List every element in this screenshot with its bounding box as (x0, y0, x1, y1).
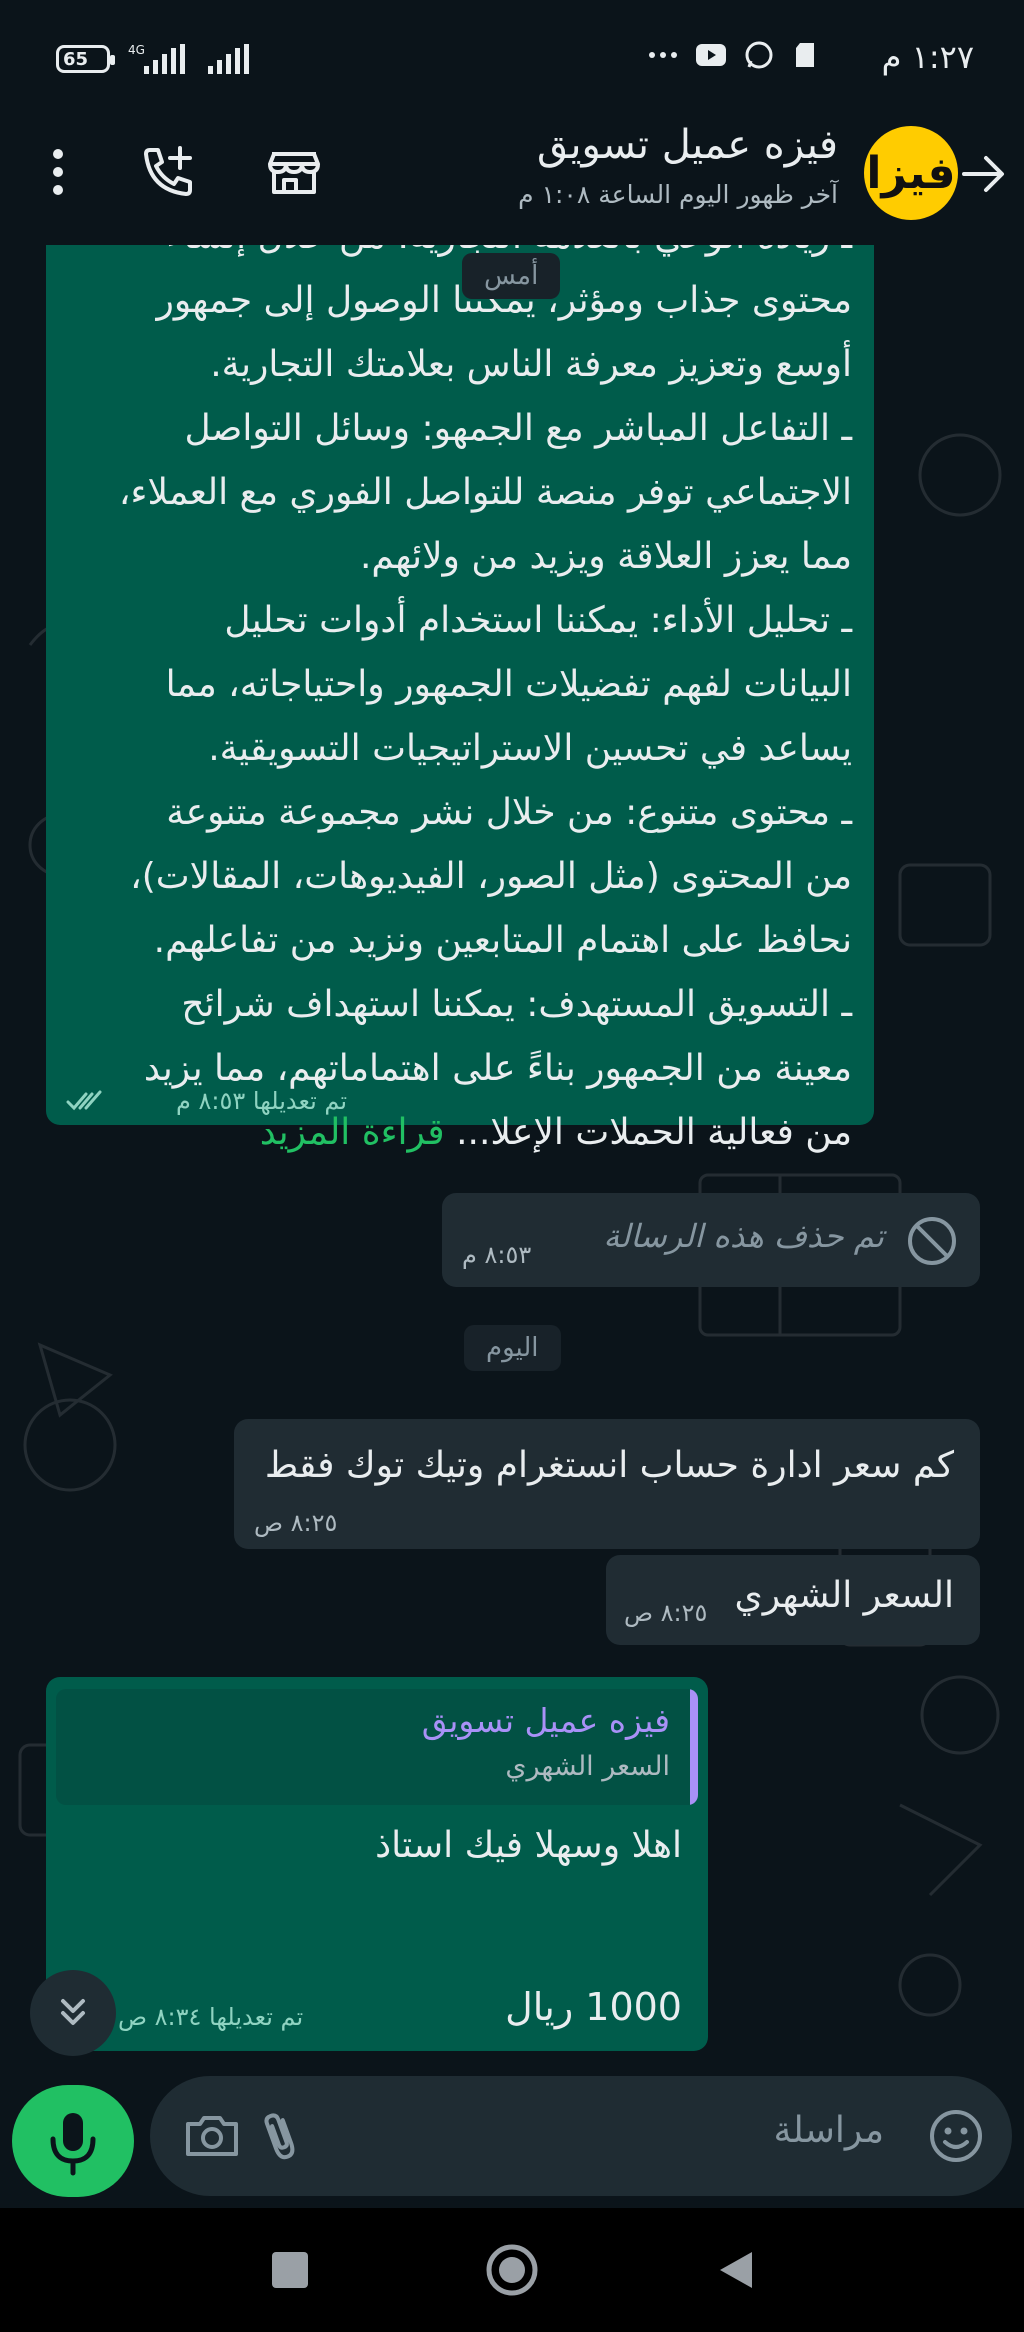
more-options-icon[interactable] (26, 140, 90, 204)
quoted-message[interactable]: فيزه عميل تسويق السعر الشهري (56, 1689, 698, 1805)
message-line: ـ التسويق المستهدف: يمكننا استهداف شرائح (181, 984, 852, 1025)
deleted-message[interactable]: تم حذف هذه الرسالة ٨:٥٣ م (442, 1193, 980, 1287)
message-line: الاجتماعي توفر منصة للتواصل الفوري مع ال… (118, 472, 852, 513)
message-meta: تم تعديلها ٨:٥٣ م (176, 1087, 348, 1115)
add-call-icon[interactable] (136, 140, 200, 204)
back-icon[interactable] (712, 2246, 760, 2294)
message-line: محتوى جذاب ومؤثر، يمكننا الوصول إلى جمهو… (156, 280, 852, 321)
outgoing-message-long[interactable]: ـ زيادة الوعي بالعلامة التجارية: من خلال… (46, 245, 874, 1153)
emoji-icon[interactable] (924, 2104, 988, 2168)
message-line: يساعد في تحسين الاستراتيجيات التسويقية. (208, 728, 852, 769)
message-text: السعر الشهري (734, 1575, 954, 1616)
signal-icon (208, 44, 249, 74)
message-price: 1000 ريال (505, 1985, 682, 2029)
message-line: أوسع وتعزيز معرفة الناس بعلامتك التجارية… (210, 344, 852, 385)
home-icon[interactable] (484, 2242, 540, 2298)
recents-icon[interactable] (266, 2246, 314, 2294)
read-more-link[interactable]: قراءة المزيد (260, 1112, 445, 1153)
whatsapp-icon (745, 41, 773, 69)
date-separator-today: اليوم (464, 1325, 561, 1371)
quote-text: السعر الشهري (505, 1751, 670, 1782)
message-body: ـ زيادة الوعي بالعلامة التجارية: من خلال… (62, 245, 852, 1165)
message-line: من المحتوى (مثل الصور، الفيديوهات، المقا… (130, 856, 852, 897)
message-time: ٨:٢٥ ص (254, 1509, 338, 1537)
system-nav-bar (0, 2208, 1024, 2332)
message-meta: تم تعديلها ٨:٣٤ ص (118, 2003, 304, 2031)
message-line: ـ محتوى متنوع: من خلال نشر مجموعة متنوعة (166, 792, 852, 833)
scroll-down-button[interactable] (30, 1970, 116, 2056)
deleted-text: تم حذف هذه الرسالة (603, 1217, 884, 1255)
status-system-icons: 65 4G (56, 42, 250, 76)
message-line: البيانات لفهم تفضيلات الجمهور واحتياجاته… (165, 664, 852, 705)
message-line: ـ التفاعل المباشر مع الجمهو: وسائل التوا… (184, 408, 852, 449)
quote-accent-bar (690, 1689, 698, 1805)
attach-icon[interactable] (248, 2104, 312, 2168)
sim-card-icon (796, 43, 814, 67)
battery-level: 65 (63, 49, 89, 70)
message-line: ـ زيادة الوعي بالعلامة التجارية: من خلال… (62, 245, 852, 269)
camera-icon[interactable] (180, 2104, 244, 2168)
youtube-icon (696, 44, 726, 66)
signal-4g-icon: 4G (128, 43, 185, 74)
incoming-message[interactable]: كم سعر ادارة حساب انستغرام وتيك توك فقط … (234, 1419, 980, 1549)
message-text: كم سعر ادارة حساب انستغرام وتيك توك فقط (264, 1445, 954, 1486)
more-notifications-icon (649, 52, 677, 58)
message-line: مما يعزز العلاقة ويزيد من ولائهم. (359, 536, 852, 577)
avatar[interactable]: فيزا (864, 126, 958, 220)
delivered-ticks-icon (66, 1090, 102, 1111)
quote-author: فيزه عميل تسويق (421, 1701, 670, 1740)
message-input[interactable]: مراسلة (773, 2110, 884, 2151)
message-input-bar[interactable]: مراسلة (150, 2076, 1012, 2196)
truncated-text: من فعالية الحملات الإعلا... (456, 1112, 852, 1153)
back-arrow-icon[interactable] (954, 146, 1010, 202)
battery-icon: 65 (56, 45, 115, 73)
outgoing-reply-message[interactable]: فيزه عميل تسويق السعر الشهري اهلا وسهلا … (46, 1677, 708, 2051)
message-line: نحافظ على اهتمام المتابعين ونزيد من تفاع… (153, 920, 852, 961)
network-label: 4G (128, 43, 145, 57)
message-line: ـ تحليل الأداء: يمكننا استخدام أدوات تحل… (224, 600, 852, 641)
message-time: ٨:٥٣ م (462, 1241, 532, 1269)
chat-area[interactable]: ـ زيادة الوعي بالعلامة التجارية: من خلال… (0, 245, 1024, 2075)
double-chevron-down-icon (61, 1999, 85, 2025)
store-icon[interactable] (262, 140, 326, 204)
message-time: ٨:٢٥ ص (624, 1599, 708, 1627)
microphone-icon (50, 2113, 96, 2176)
status-bar: ١:٢٧ م 65 4G (0, 0, 1024, 120)
date-separator-yesterday: أمس (462, 253, 561, 299)
voice-message-button[interactable] (12, 2085, 134, 2197)
last-seen: آخر ظهور اليوم الساعة ١:٠٨ م (518, 180, 838, 209)
avatar-text: فيزا (866, 147, 956, 199)
contact-name[interactable]: فيزه عميل تسويق (537, 122, 838, 168)
incoming-message[interactable]: السعر الشهري ٨:٢٥ ص (606, 1555, 980, 1645)
status-time: ١:٢٧ م (881, 38, 974, 76)
status-notification-icons (646, 40, 824, 70)
message-text: اهلا وسهلا فيك استاذ (375, 1825, 682, 1866)
blocked-icon (908, 1217, 956, 1265)
chat-header: فيزا فيزه عميل تسويق آخر ظهور اليوم السا… (0, 120, 1024, 246)
